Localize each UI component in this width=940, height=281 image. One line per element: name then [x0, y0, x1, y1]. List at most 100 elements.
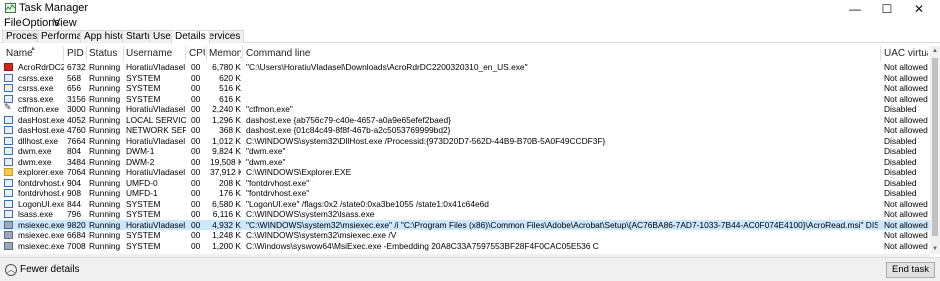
- cell-status: Running: [89, 135, 121, 146]
- column-header-pid[interactable]: PID: [67, 46, 86, 61]
- end-task-button[interactable]: End task: [886, 262, 935, 278]
- table-row[interactable]: ctfmon.exe 3000Running HoratiuVladasel 00 2,…: [0, 102, 930, 115]
- cell-status: Running: [89, 114, 121, 125]
- cell-cpu: 00: [191, 125, 201, 135]
- cell-name: fontdrvhost.exe: [18, 177, 64, 188]
- column-divider[interactable]: [880, 46, 881, 61]
- table-row[interactable]: fontdrvhost.exe904 Running UMFD-0 00 208 K "f…: [0, 178, 930, 189]
- column-header-cpu[interactable]: CPU: [189, 46, 205, 61]
- cell-cpu: 00: [191, 72, 201, 83]
- cell-memory: 616 K: [219, 93, 241, 104]
- cell-memory: 620 K: [219, 72, 241, 83]
- table-row[interactable]: dwm.exe 804 Running DWM-1 00 9,824 K "dwm.exe"…: [0, 146, 930, 157]
- column-header-command-line[interactable]: Command line: [246, 46, 876, 61]
- window-title: Task Manager: [19, 2, 89, 14]
- cell-memory: 6,780 K: [212, 62, 241, 72]
- column-header-username[interactable]: Username: [126, 46, 184, 61]
- system-process-icon: [4, 84, 13, 92]
- table-row[interactable]: csrss.exe 568 Running SYSTEM 00 620 K Not allo…: [0, 73, 930, 84]
- table-row[interactable]: dasHost.exe 4052 Running LOCAL SERVICE 00 1,2…: [0, 115, 930, 126]
- column-divider[interactable]: [206, 46, 207, 61]
- table-row[interactable]: fontdrvhost.exe908 Running UMFD-1 00 176 K "f…: [0, 188, 930, 199]
- cell-command-line: "ctfmon.exe": [246, 104, 293, 114]
- table-row[interactable]: csrss.exe 656 Running SYSTEM 00 516 K Not allo…: [0, 83, 930, 94]
- column-divider[interactable]: [242, 46, 243, 61]
- installer-icon: [4, 231, 13, 239]
- cell-username: HoratiuVladasel: [126, 219, 186, 230]
- column-divider[interactable]: [86, 46, 87, 61]
- fewer-details-link[interactable]: Fewer details: [20, 264, 79, 276]
- scroll-up-arrow-icon[interactable]: ▲: [930, 46, 940, 56]
- system-process-icon: [4, 157, 13, 166]
- table-row[interactable]: msiexec.exe 6684 Running SYSTEM 00 1,248 K C:\…: [0, 230, 930, 241]
- cell-cpu: 00: [191, 83, 201, 93]
- system-process-icon: [4, 210, 13, 218]
- chevron-up-icon[interactable]: ︿: [5, 264, 17, 276]
- cell-command-line: "LogonUI.exe" /flags:0x2 /state0:0xa3be1…: [246, 198, 489, 209]
- table-row[interactable]: msiexec.exe 9820 Running HoratiuVladasel 00 4…: [0, 219, 930, 230]
- cell-status: Running: [89, 156, 121, 167]
- cell-uac-virtualization: Not allowed: [884, 72, 928, 83]
- system-process-icon: [4, 178, 13, 187]
- cell-memory: 6,116 K: [212, 209, 241, 219]
- table-row[interactable]: csrss.exe 3156 Running SYSTEM 00 616 K Not all…: [0, 94, 930, 105]
- cell-uac-virtualization: Not allowed: [884, 198, 928, 209]
- cell-cpu: 00: [191, 146, 201, 156]
- close-button[interactable]: ✕: [904, 0, 934, 17]
- cell-status: Running: [89, 72, 121, 83]
- minimize-button[interactable]: —: [840, 0, 870, 17]
- cell-status: Running: [89, 104, 121, 114]
- cell-command-line: C:\Windows\syswow64\MsiExec.exe -Embeddi…: [246, 240, 599, 251]
- column-header-name[interactable]: Name: [6, 46, 61, 61]
- table-row[interactable]: dllhost.exe 7664 Running HoratiuVladasel 00 1…: [0, 136, 930, 147]
- scroll-thumb[interactable]: [932, 58, 938, 236]
- cell-uac-virtualization: Disabled: [884, 135, 917, 146]
- cell-memory: 1,200 K: [212, 240, 241, 251]
- cell-pid: 904: [67, 177, 81, 188]
- cell-username: HoratiuVladasel: [126, 104, 186, 114]
- table-row[interactable]: dwm.exe 3484 Running DWM-2 00 19,508 K "dwm.ex…: [0, 157, 930, 168]
- scroll-down-arrow-icon[interactable]: ▼: [930, 244, 940, 254]
- cell-name: explorer.exe: [18, 167, 64, 177]
- cell-name: dwm.exe: [18, 146, 52, 156]
- cell-uac-virtualization: Not allowed: [884, 240, 928, 251]
- installer-icon: [4, 241, 13, 250]
- maximize-button[interactable]: ☐: [872, 0, 902, 17]
- cell-uac-virtualization: Disabled: [884, 167, 917, 177]
- column-divider[interactable]: [185, 46, 186, 61]
- table-row[interactable]: LogonUI.exe 844 Running SYSTEM 00 6,580 K "Log…: [0, 199, 930, 210]
- table-row[interactable]: AcroRdrDC220...6732Running HoratiuVladase…: [0, 62, 930, 73]
- vertical-scrollbar[interactable]: ▲ ▼: [930, 46, 940, 254]
- cell-pid: 4052: [67, 114, 86, 125]
- system-process-icon: [4, 126, 13, 134]
- cell-uac-virtualization: Not allowed: [884, 83, 928, 93]
- title-bar: Task Manager — ☐ ✕: [0, 0, 940, 17]
- column-divider[interactable]: [63, 46, 64, 61]
- cell-memory: 516 K: [219, 83, 241, 93]
- column-header-uac-virtualization[interactable]: UAC virtual...: [884, 46, 928, 61]
- column-header-status[interactable]: Status: [89, 46, 122, 61]
- cell-memory: 6,580 K: [212, 198, 241, 209]
- cell-pid: 796: [67, 209, 81, 219]
- table-row[interactable]: dasHost.exe4760Running NETWORK SER... 00 36…: [0, 125, 930, 136]
- table-row[interactable]: lsass.exe 796 Running SYSTEM 00 6,116 K C:\WIN…: [0, 209, 930, 220]
- system-process-icon: [4, 147, 13, 155]
- cell-status: Running: [89, 209, 121, 219]
- cell-name: dasHost.exe: [18, 125, 64, 135]
- tab-details[interactable]: Details: [171, 30, 210, 44]
- cell-status: Running: [89, 188, 121, 198]
- table-row[interactable]: explorer.exe 7064 Running HoratiuVladasel 00…: [0, 167, 930, 178]
- column-divider[interactable]: [123, 46, 124, 61]
- table-row[interactable]: msiexec.exe 7008 Running SYSTEM 00 1,200 K C:\…: [0, 241, 930, 252]
- menu-file[interactable]: File: [4, 17, 22, 30]
- cell-pid: 3484: [67, 156, 86, 167]
- cell-status: Running: [89, 240, 121, 251]
- cell-name: csrss.exe: [18, 72, 54, 83]
- column-header-memory[interactable]: Memory...: [209, 46, 241, 61]
- cell-command-line: "dwm.exe": [246, 146, 286, 156]
- cell-name: csrss.exe: [18, 83, 54, 93]
- menu-view[interactable]: View: [53, 17, 77, 30]
- cell-username: SYSTEM: [126, 198, 161, 209]
- cell-status: Running: [89, 62, 121, 72]
- footer-bar: ︿ Fewer details End task: [0, 257, 940, 281]
